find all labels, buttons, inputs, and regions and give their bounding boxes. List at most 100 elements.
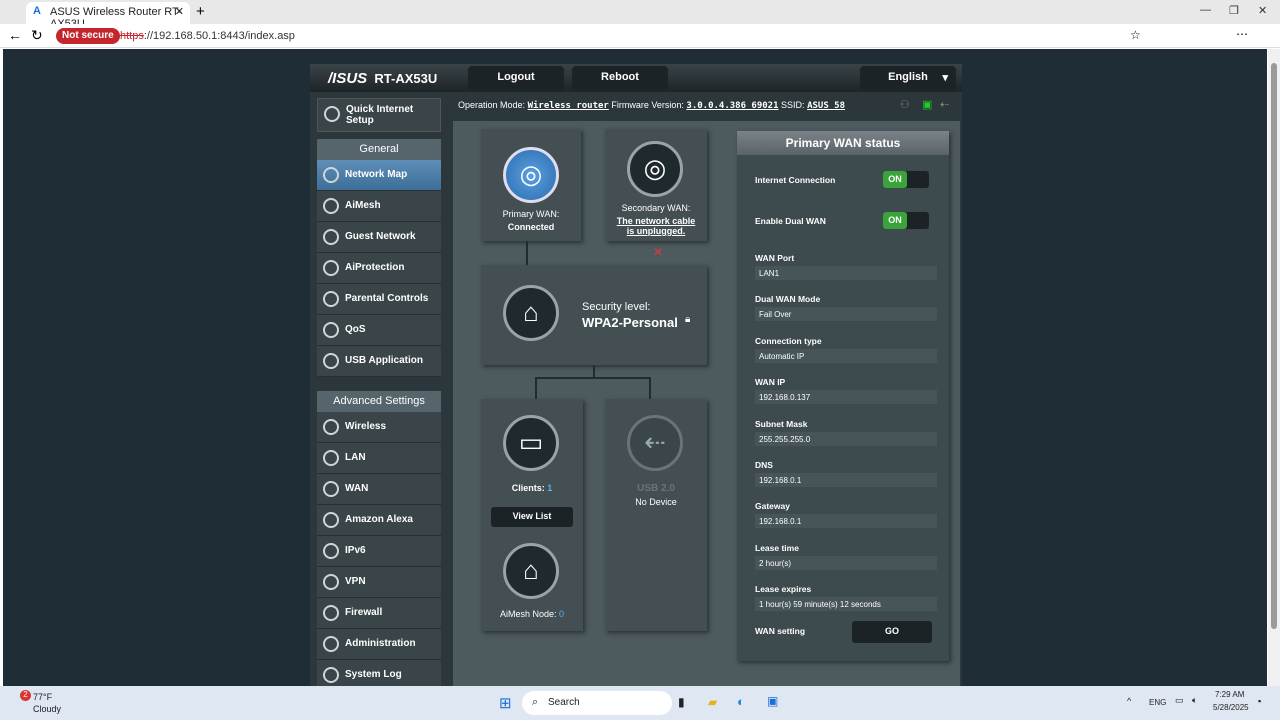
wan-status-title: Primary WAN status bbox=[737, 131, 949, 155]
sidebar-item-aimesh[interactable]: AiMesh bbox=[317, 191, 441, 222]
refresh-icon[interactable]: ↻ bbox=[31, 27, 43, 44]
scrollbar-thumb[interactable] bbox=[1271, 63, 1277, 629]
sidebar-item-label: Administration bbox=[345, 638, 416, 649]
page-scrollbar[interactable] bbox=[1268, 49, 1280, 686]
browser-tab[interactable]: AASUS Wireless Router RT-AX53U✕ bbox=[26, 2, 190, 30]
notification-icon[interactable]: ▪ bbox=[1258, 696, 1261, 706]
maximize-button[interactable]: ❐ bbox=[1229, 4, 1239, 17]
quick-setup-item[interactable]: Quick Internet Setup bbox=[317, 98, 441, 132]
router-page: /ISUS RT-AX53U Logout Reboot English ▾ O… bbox=[3, 49, 1267, 686]
edge-icon[interactable]: ◐ bbox=[737, 694, 745, 709]
sidebar-item-label: QoS bbox=[345, 324, 366, 335]
browser-tab-bar: AASUS Wireless Router RT-AX53U✕ + — ❐ ✕ bbox=[0, 0, 1280, 30]
weather-desc[interactable]: Cloudy bbox=[33, 704, 61, 714]
usb-card[interactable]: ⇠ USB 2.0 No Device bbox=[605, 399, 707, 631]
dual-wan-toggle[interactable]: ON bbox=[883, 212, 929, 229]
lock-icon: 🔒︎ bbox=[685, 314, 691, 325]
wan-field-label: Connection type bbox=[755, 335, 822, 346]
wan-field-label: WAN IP bbox=[755, 377, 786, 388]
quick-internet-setup[interactable]: Quick Internet Setup bbox=[317, 98, 441, 132]
not-secure-badge[interactable]: Not secure bbox=[56, 28, 120, 44]
view-list-button[interactable]: View List bbox=[491, 507, 573, 527]
ssid-link[interactable]: ASUS_58 bbox=[807, 101, 845, 111]
close-window-button[interactable]: ✕ bbox=[1258, 4, 1267, 17]
search-icon: ⌕ bbox=[532, 696, 539, 708]
weather-badge: 2 bbox=[20, 690, 31, 701]
menu-icon[interactable]: ⋯ bbox=[1236, 27, 1248, 41]
clients-label: Clients: bbox=[511, 483, 545, 493]
internet-connection-toggle[interactable]: ON bbox=[883, 171, 929, 188]
reboot-button[interactable]: Reboot bbox=[572, 66, 668, 90]
wan-setting-go-button[interactable]: GO bbox=[852, 621, 932, 643]
primary-wan-status: Connected bbox=[507, 222, 555, 232]
sidebar-item-ipv6[interactable]: IPv6 bbox=[317, 536, 441, 567]
windows-start-icon[interactable]: ⊞ bbox=[499, 694, 512, 712]
sidebar-item-guest-network[interactable]: Guest Network bbox=[317, 222, 441, 253]
sidebar-item-qos[interactable]: QoS bbox=[317, 315, 441, 346]
minimize-button[interactable]: — bbox=[1200, 4, 1211, 16]
aimesh-label: AiMesh Node: bbox=[499, 609, 557, 619]
language-indicator[interactable]: ENG bbox=[1149, 698, 1166, 707]
clients-card[interactable]: ▭ Clients: 1 View List ⌂ AiMesh Node: 0 bbox=[481, 399, 583, 631]
secondary-wan-card[interactable]: ◎ Secondary WAN: The network cable is un… bbox=[605, 129, 707, 241]
aimesh-count: 0 bbox=[559, 609, 565, 619]
sidebar-item-parental-controls[interactable]: Parental Controls bbox=[317, 284, 441, 315]
globe-icon: ◎ bbox=[503, 147, 559, 203]
sidebar-item-usb-application[interactable]: USB Application bbox=[317, 346, 441, 377]
task-view-icon[interactable]: ▮ bbox=[678, 695, 685, 709]
sidebar-item-administration[interactable]: Administration bbox=[317, 629, 441, 660]
clock-time[interactable]: 7:29 AM bbox=[1215, 690, 1244, 699]
url-field[interactable]: https://192.168.50.1:8443/index.asp bbox=[120, 30, 295, 42]
store-icon[interactable]: ▣ bbox=[767, 694, 778, 708]
sidebar-item-lan[interactable]: LAN bbox=[317, 443, 441, 474]
sidebar-icon bbox=[323, 605, 339, 621]
router-card[interactable]: ⌂ Security level: WPA2-Personal 🔒︎ bbox=[481, 265, 707, 365]
sidebar-item-firewall[interactable]: Firewall bbox=[317, 598, 441, 629]
sidebar-item-label: Firewall bbox=[345, 607, 383, 618]
language-select[interactable]: English ▾ bbox=[860, 66, 956, 90]
primary-wan-card[interactable]: ◎ Primary WAN: Connected bbox=[481, 129, 581, 241]
close-tab-icon[interactable]: ✕ bbox=[175, 5, 184, 18]
sidebar-item-wan[interactable]: WAN bbox=[317, 474, 441, 505]
sidebar-item-network-map[interactable]: Network Map bbox=[317, 160, 441, 191]
file-explorer-icon[interactable]: ▰ bbox=[708, 695, 717, 709]
new-tab-button[interactable]: + bbox=[196, 3, 205, 20]
asus-favicon-icon: A bbox=[33, 5, 41, 17]
network-status-icon[interactable]: ▣ bbox=[922, 98, 932, 111]
firmware-link[interactable]: 3.0.0.4.386_69021 bbox=[686, 101, 778, 111]
top-bar: /ISUS RT-AX53U Logout Reboot English ▾ bbox=[310, 64, 962, 92]
wan-field-value: Automatic IP bbox=[755, 348, 937, 363]
asus-logo: /ISUS RT-AX53U bbox=[328, 70, 437, 87]
sidebar-general: General Network Map AiMesh Guest Network Ai… bbox=[317, 139, 441, 377]
clients-count: 1 bbox=[547, 483, 553, 493]
op-mode-link[interactable]: Wireless router bbox=[528, 101, 609, 111]
sidebar-item-vpn[interactable]: VPN bbox=[317, 567, 441, 598]
back-icon[interactable]: ← bbox=[8, 27, 22, 43]
usb-status-icon[interactable]: ⇠ bbox=[940, 98, 949, 111]
logout-button[interactable]: Logout bbox=[468, 66, 564, 90]
search-label: Search bbox=[548, 697, 580, 708]
sidebar-icon bbox=[323, 167, 339, 183]
firmware-label: Firmware Version: bbox=[611, 100, 684, 110]
sidebar-item-amazon-alexa[interactable]: Amazon Alexa bbox=[317, 505, 441, 536]
sidebar-item-aiprotection[interactable]: AiProtection bbox=[317, 253, 441, 284]
model-name: RT-AX53U bbox=[374, 71, 438, 86]
sidebar-icon bbox=[323, 322, 339, 338]
security-label: Security level: bbox=[582, 301, 651, 313]
chevron-up-icon[interactable]: ^ bbox=[1127, 696, 1131, 706]
sidebar-item-label: AiProtection bbox=[345, 262, 405, 273]
volume-icon[interactable]: 🔈︎ bbox=[1192, 695, 1197, 706]
url-scheme: https bbox=[120, 30, 144, 42]
taskbar-search[interactable]: ⌕ Search bbox=[522, 691, 672, 715]
secondary-wan-status[interactable]: The network cable is unplugged. bbox=[605, 216, 707, 236]
sidebar-icon bbox=[323, 481, 339, 497]
weather-temp[interactable]: 77°F bbox=[33, 692, 52, 702]
users-icon[interactable]: ⚇ bbox=[900, 98, 910, 111]
sidebar-icon bbox=[323, 512, 339, 528]
wan-field-value: 255.255.255.0 bbox=[755, 431, 937, 446]
clock-date[interactable]: 5/28/2025 bbox=[1213, 703, 1249, 712]
favorite-star-icon[interactable]: ☆ bbox=[1130, 28, 1141, 42]
network-icon[interactable]: ▭ bbox=[1175, 695, 1184, 706]
sidebar-item-system-log[interactable]: System Log bbox=[317, 660, 441, 686]
sidebar-item-wireless[interactable]: Wireless bbox=[317, 412, 441, 443]
